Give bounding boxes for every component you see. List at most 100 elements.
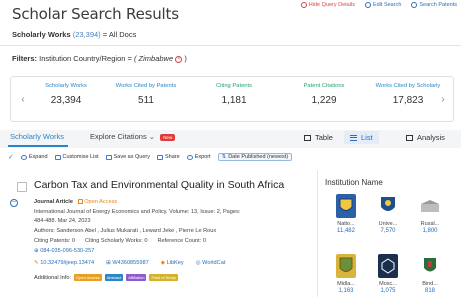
list-settings-icon: [54, 154, 61, 160]
pmid-link[interactable]: ⊞ W4360855987: [106, 260, 149, 266]
institution-item[interactable]: Natio... 11,482: [330, 194, 362, 234]
analysis-chart-icon: [406, 134, 413, 141]
stat-label: Scholarly Works: [45, 83, 87, 89]
chevron-down-icon: ⌄: [148, 132, 156, 141]
tab-scholarly-works[interactable]: Scholarly Works: [10, 132, 64, 141]
institution-logo: [378, 254, 398, 278]
search-icon: [364, 2, 371, 8]
stat-works-cited-by-scholarly[interactable]: Works Cited by Scholarly 17,823: [375, 83, 441, 106]
analysis-view-label: Analysis: [417, 133, 445, 142]
institution-item[interactable]: Bind... 818: [414, 254, 446, 294]
filter-field: Institution Country/Region =: [39, 54, 132, 63]
lens-id-icon: ⊕: [34, 248, 39, 254]
institution-name: Mosc...: [379, 281, 397, 287]
filter-close-paren: ): [184, 54, 187, 63]
institution-item[interactable]: Unive... 7,570: [372, 194, 404, 234]
table-icon: [304, 134, 311, 141]
stat-label: Citing Patents: [215, 83, 253, 89]
page-title: Scholar Search Results: [12, 5, 179, 23]
result-item: Carbon Tax and Environmental Quality in …: [6, 170, 318, 297]
institution-logo: [336, 194, 356, 218]
edit-search-button[interactable]: Edit Search: [364, 2, 401, 8]
remove-filter-icon[interactable]: ×: [175, 55, 183, 63]
worldcat-link[interactable]: ◎ WorldCat: [196, 260, 226, 266]
stat-label: Patent Citations: [303, 83, 345, 89]
reference-count[interactable]: Reference Count: 0: [157, 238, 206, 244]
institution-logo: [420, 254, 440, 278]
share-label: Share: [165, 154, 180, 160]
institution-item[interactable]: Mosc... 1,075: [372, 254, 404, 294]
stat-patent-citations[interactable]: Patent Citations 1,229: [291, 83, 357, 106]
export-icon: [186, 154, 193, 160]
hide-query-details-label: Hide Query Details: [308, 2, 355, 8]
result-title[interactable]: Carbon Tax and Environmental Quality in …: [34, 179, 284, 191]
institution-logo: [420, 194, 440, 218]
table-view-button[interactable]: Table: [298, 131, 339, 144]
publication-type: Journal Article: [34, 199, 73, 205]
panel-divider: [317, 170, 318, 297]
tag-abstract: Abstract: [104, 274, 124, 281]
institution-count: 818: [424, 288, 435, 294]
authors-line: Authors: Sanderson Abel , Julius Mukarat…: [34, 228, 217, 234]
tag-affiliation: Affiliation: [126, 274, 147, 281]
collapse-result-icon[interactable]: −: [10, 199, 18, 207]
chevron-left-icon[interactable]: ‹: [17, 90, 29, 110]
export-button[interactable]: Export: [186, 154, 211, 160]
expand-button[interactable]: Expand: [20, 154, 48, 160]
sort-dropdown[interactable]: ⇅ Date Published (newest): [217, 153, 293, 161]
stat-works-cited-by-patents[interactable]: Works Cited by Patents 511: [113, 83, 179, 106]
institution-count: 1,075: [380, 288, 396, 294]
tab-explore-citations[interactable]: Explore Citations ⌄ New: [90, 132, 176, 141]
open-access-icon: [77, 199, 83, 205]
search-patents-button[interactable]: Search Patents: [411, 2, 457, 8]
chevron-right-icon[interactable]: ›: [437, 90, 449, 110]
scope-label: Scholarly Works: [12, 30, 71, 39]
institution-name: Rusal...: [420, 221, 440, 227]
pmid-icon: ⊞: [106, 260, 111, 266]
stat-value: 1,229: [311, 95, 337, 106]
customise-list-button[interactable]: Customise List: [54, 154, 99, 160]
select-all-check-icon[interactable]: ✓: [8, 153, 14, 161]
result-checkbox[interactable]: [17, 182, 27, 192]
stats-carousel: ‹ Scholarly Works 23,394 Works Cited by …: [10, 76, 454, 122]
sort-label: Date Published (newest): [228, 154, 289, 160]
scope-count: (23,394): [72, 30, 101, 39]
external-links: ✎ 10.32479/ijeep.13474 ⊞ W4360855987 ◆ L…: [34, 260, 225, 266]
stat-citing-patents[interactable]: Citing Patents 1,181: [201, 83, 267, 106]
query-scope: Scholarly Works (23,394) = All Docs: [12, 30, 136, 39]
institution-item[interactable]: Midla... 1,163: [330, 254, 362, 294]
list-view-button[interactable]: List: [344, 131, 379, 144]
libkey-icon: ◆: [160, 260, 166, 266]
institution-count: 1,800: [422, 228, 438, 234]
libkey-link[interactable]: ◆ LibKey: [161, 260, 184, 266]
worldcat-icon: ◎: [195, 260, 201, 266]
stat-value: 511: [138, 95, 154, 106]
citing-patents-count[interactable]: Citing Patents: 0: [34, 238, 75, 244]
analysis-view-button[interactable]: Analysis: [400, 131, 451, 144]
save-as-query-button[interactable]: Save as Query: [105, 154, 150, 160]
institution-item[interactable]: Rusal... 1,800: [414, 194, 446, 234]
institution-name: Natio...: [337, 221, 355, 227]
stat-value: 1,181: [221, 95, 247, 106]
share-button[interactable]: Share: [157, 154, 180, 160]
doi-link[interactable]: ✎ 10.32479/ijeep.13474: [34, 260, 94, 266]
citing-scholarly-count[interactable]: Citing Scholarly Works: 0: [85, 238, 147, 244]
save-as-query-label: Save as Query: [113, 154, 150, 160]
institution-count: 1,163: [338, 288, 354, 294]
stat-scholarly-works[interactable]: Scholarly Works 23,394: [33, 83, 99, 106]
institution-name: Bind...: [422, 281, 438, 287]
table-view-label: Table: [315, 133, 333, 142]
list-icon: [350, 134, 357, 141]
institution-count: 11,482: [337, 228, 355, 234]
stat-value: 23,394: [50, 95, 82, 106]
pages-date-line: 484-488. Mar 24, 2023: [34, 218, 91, 224]
institution-panel-title: Institution Name: [325, 178, 383, 187]
lens-id-line: ⊕ 084-035-096-530-257: [34, 248, 94, 254]
results-toolbar: ✓ Expand Customise List Save as Query Sh…: [8, 152, 293, 162]
lens-id-link[interactable]: 084-035-096-530-257: [40, 248, 94, 254]
new-badge: New: [160, 133, 176, 141]
open-access-label: Open Access: [84, 199, 118, 205]
explore-citations-label: Explore Citations: [90, 132, 147, 141]
hide-query-details-button[interactable]: Hide Query Details: [300, 2, 355, 8]
additional-info: Additional Info: Open Access Abstract Af…: [34, 274, 178, 281]
